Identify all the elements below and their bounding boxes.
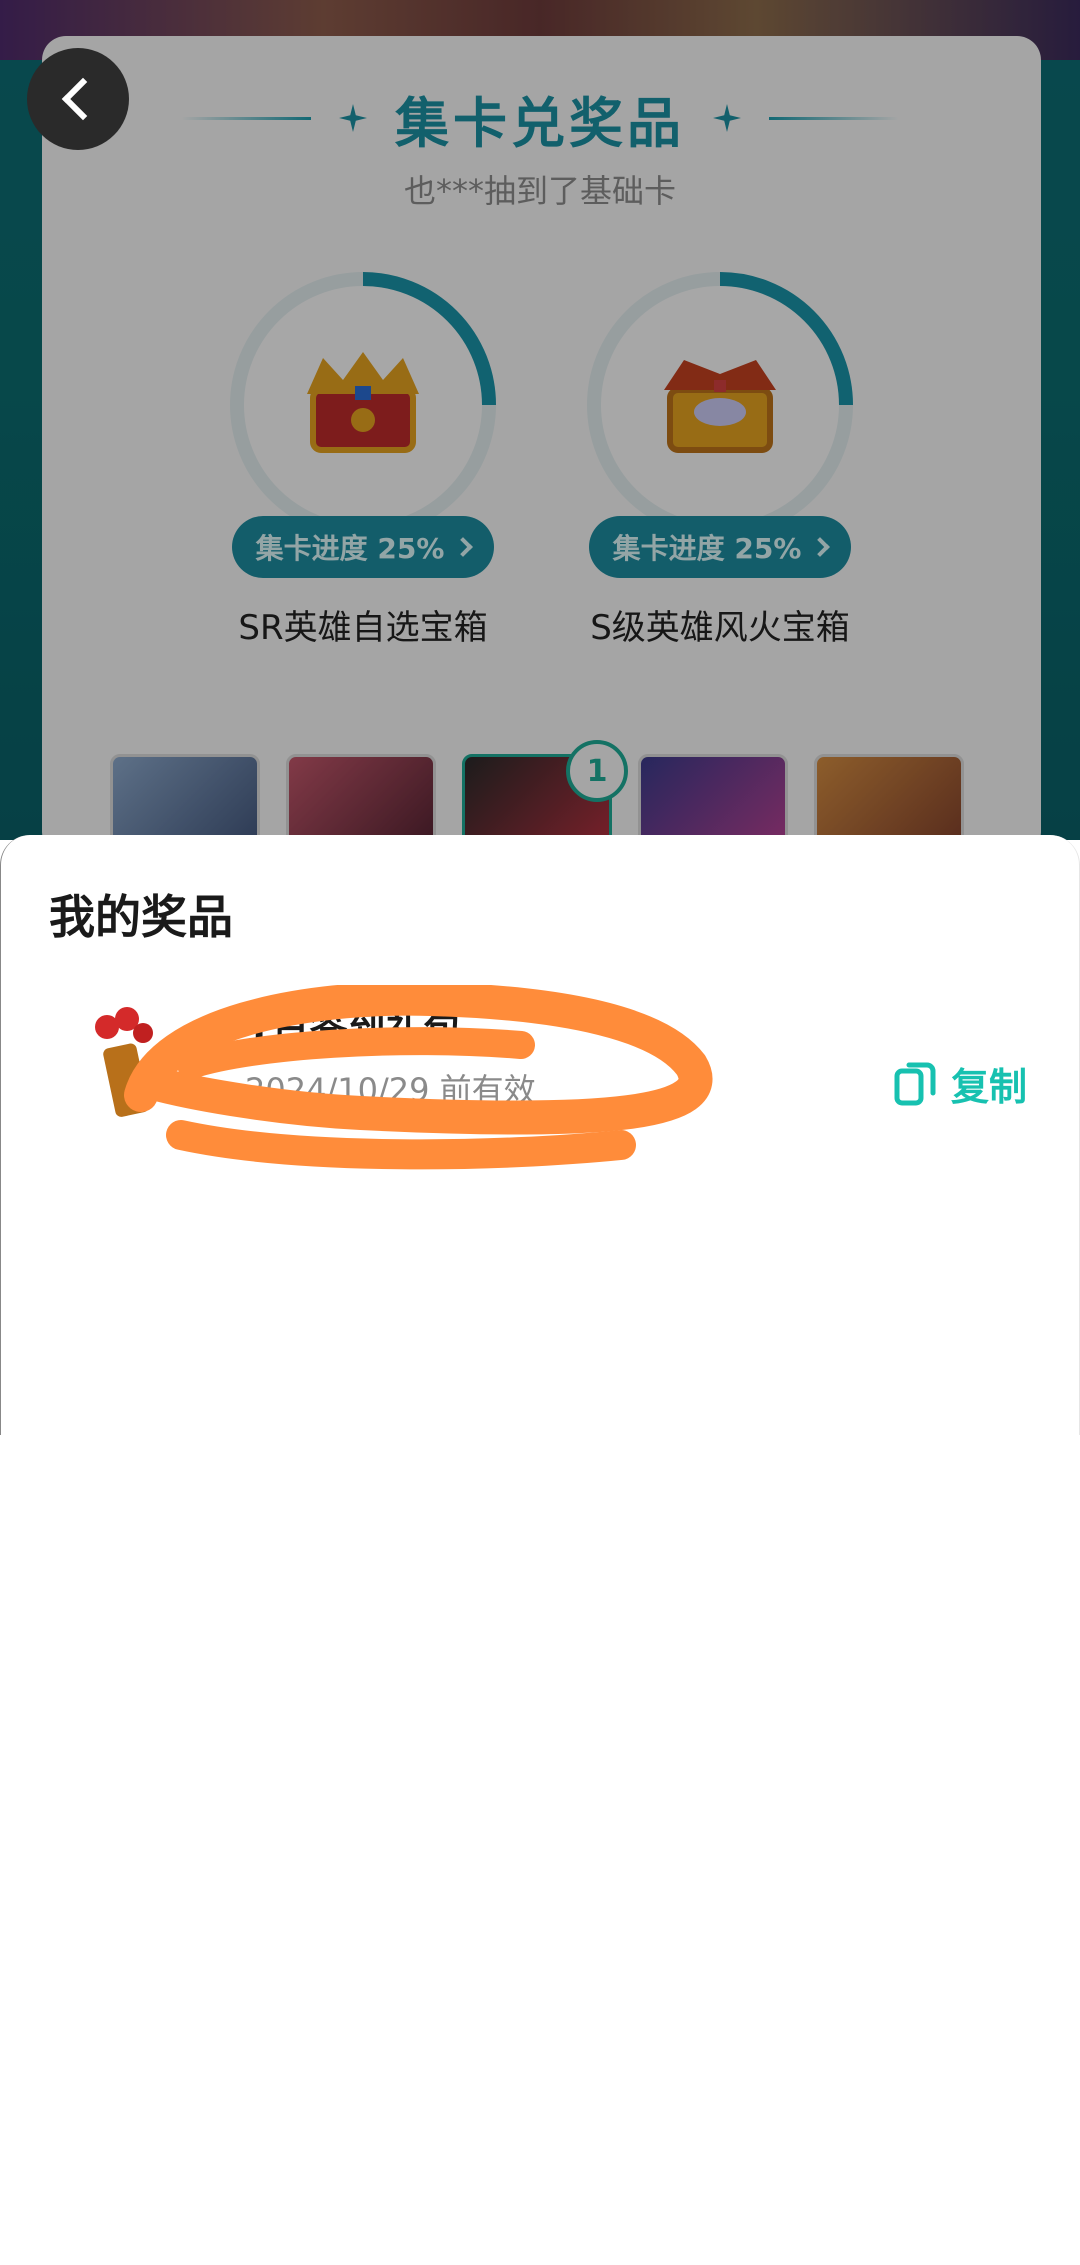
back-arrow-icon [61, 77, 105, 121]
copy-button[interactable]: 复制 [893, 1053, 1027, 1113]
screen: 集卡兑奖品 也***抽到了基础卡 集卡进度 25% SR英雄自选宝箱 集卡进度 … [0, 0, 1080, 2265]
prize-item: 1日签到礼包 2024/10/29 前有效 复制 [1, 985, 1080, 1170]
modal-dim-overlay[interactable] [0, 0, 1080, 840]
copy-icon [894, 1062, 936, 1106]
sheet-title: 我的奖品 [49, 890, 233, 944]
my-prizes-sheet: 我的奖品 1日签到礼包 2024/10/29 前有效 复制 [0, 835, 1080, 1435]
redaction-scribble [124, 985, 713, 1170]
back-button[interactable] [27, 48, 129, 150]
event-page-background: 集卡兑奖品 也***抽到了基础卡 集卡进度 25% SR英雄自选宝箱 集卡进度 … [0, 0, 1080, 840]
copy-label: 复制 [951, 1064, 1028, 1109]
